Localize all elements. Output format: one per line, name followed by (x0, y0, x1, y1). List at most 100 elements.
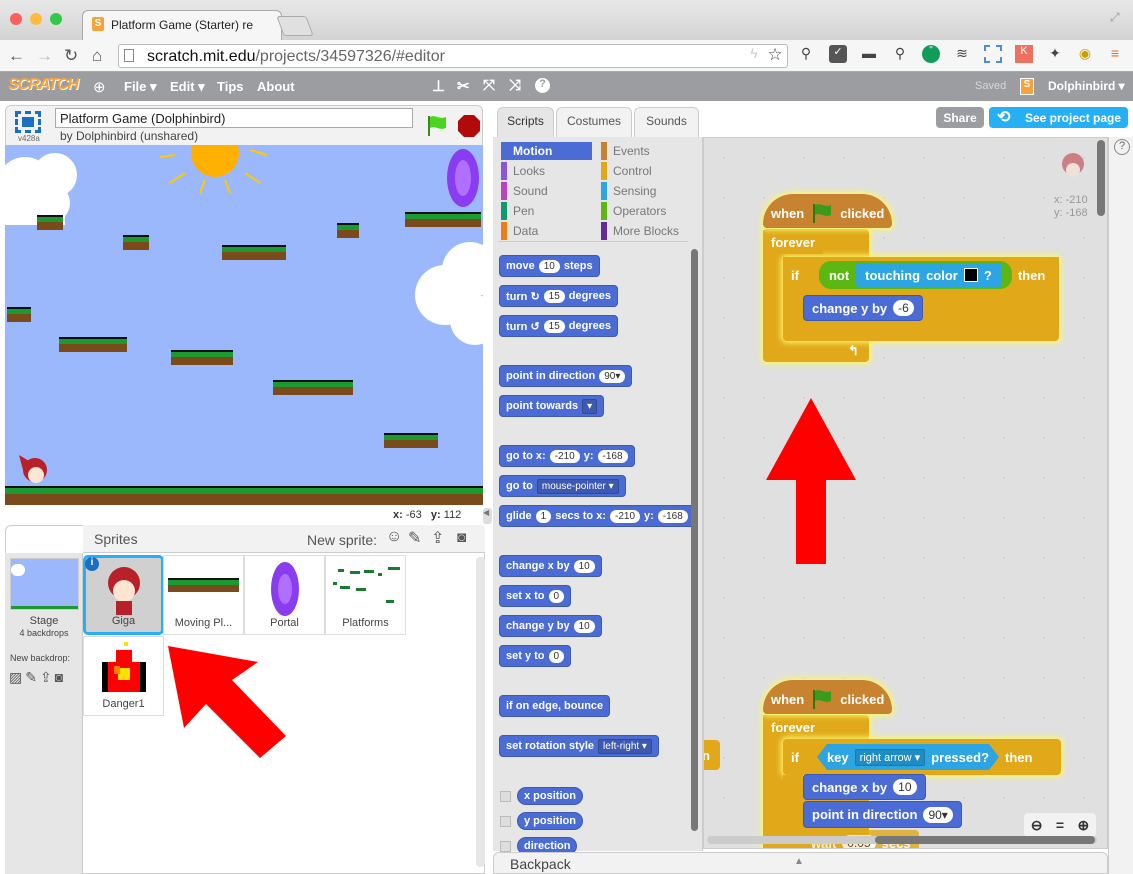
when-flag-clicked-hat[interactable]: when clicked (763, 194, 893, 228)
reload-icon[interactable]: ↻ (64, 46, 78, 66)
menu-about[interactable]: About (257, 79, 295, 94)
change-x-block[interactable]: change x by 10 (803, 774, 926, 800)
backpack-bar[interactable]: Backpack ▲ (493, 852, 1108, 874)
share-button[interactable]: Share (936, 107, 984, 128)
sprite-tile-danger1[interactable]: Danger1 (83, 636, 164, 716)
maximize-window-button[interactable] (50, 13, 62, 25)
collapse-stage-handle[interactable]: ◀ (483, 508, 492, 524)
camera-icon[interactable]: ◙ (457, 529, 466, 546)
palette-block[interactable]: turn ↻ 15 degrees (499, 285, 618, 307)
category-more-blocks[interactable]: More Blocks (601, 222, 691, 240)
horizontal-scrollbar-thumb[interactable] (875, 836, 1095, 844)
hangouts-icon[interactable]: " (922, 45, 940, 63)
reporter-y-position[interactable]: y position (517, 812, 583, 830)
menu-edit[interactable]: Edit ▾ (170, 79, 205, 95)
touching-color-sensor[interactable]: touching color? (855, 263, 1002, 287)
sprite-tile-portal[interactable]: Portal (244, 555, 325, 635)
shrink-icon[interactable]: ⤨ (509, 77, 521, 94)
palette-block[interactable]: set y to 0 (499, 645, 572, 667)
reporter-checkbox[interactable] (500, 791, 511, 802)
reporter-checkbox[interactable] (500, 816, 511, 827)
pocket-icon[interactable]: ✓ (829, 45, 847, 63)
ninja-icon[interactable]: ✦ (1046, 45, 1064, 63)
sprite-pane-scrollbar[interactable] (476, 557, 485, 867)
category-pen[interactable]: Pen (501, 202, 592, 220)
stage-canvas[interactable] (5, 145, 483, 505)
menu-file[interactable]: File ▾ (124, 79, 157, 95)
palette-block[interactable]: if on edge, bounce (499, 695, 611, 717)
key-dropdown[interactable]: right arrow ▾ (855, 749, 926, 766)
home-icon[interactable]: ⌂ (92, 46, 102, 66)
forward-icon[interactable]: → (36, 46, 53, 66)
disguise-icon[interactable]: ▬ (860, 45, 878, 63)
bookmark-star-icon[interactable]: ☆ (766, 45, 784, 64)
backdrop-library-icon[interactable]: ▨ (9, 669, 25, 685)
green-flag-icon[interactable] (425, 114, 449, 138)
color-swatch[interactable] (963, 268, 978, 282)
block-input[interactable]: 1 (535, 509, 552, 523)
palette-block[interactable]: point in direction 90▾ (499, 365, 633, 387)
zoom-reset-icon[interactable]: = (1056, 817, 1064, 833)
vertical-scrollbar-thumb[interactable] (1097, 140, 1105, 216)
block-input[interactable]: -168 (597, 449, 628, 463)
user-avatar[interactable]: S (1020, 78, 1034, 95)
block-input[interactable]: ▾ (582, 398, 598, 414)
paint-brush-icon[interactable]: ✎ (408, 528, 421, 548)
category-motion[interactable]: Motion (501, 142, 592, 160)
presentation-mode-icon[interactable] (15, 111, 41, 133)
when-flag-clicked-hat[interactable]: when clicked (763, 680, 893, 714)
palette-block[interactable]: set rotation style left-right ▾ (499, 735, 659, 757)
expand-arrow-icon[interactable]: ▲ (794, 856, 804, 867)
stop-sign-icon[interactable] (457, 114, 481, 138)
help-question-icon[interactable]: ? (535, 78, 550, 93)
category-sound[interactable]: Sound (501, 182, 592, 200)
extension-wrench-icon[interactable]: ⚲ (797, 45, 815, 63)
tab-sounds[interactable]: Sounds (634, 107, 699, 137)
block-input[interactable]: -210 (609, 509, 640, 523)
choose-sprite-library-icon[interactable]: ☺ (386, 528, 402, 546)
backdrop-paint-icon[interactable]: ✎ (25, 669, 40, 685)
block-input[interactable]: 10 (573, 619, 595, 633)
palette-block[interactable]: turn ↺ 15 degrees (499, 315, 618, 337)
category-sensing[interactable]: Sensing (601, 182, 691, 200)
zoom-in-icon[interactable]: ⊕ (1078, 817, 1090, 834)
sprite-info-icon[interactable]: i (85, 557, 99, 571)
menu-tips[interactable]: Tips (217, 79, 244, 94)
point-in-direction-block[interactable]: point in direction 90▾ (803, 801, 962, 828)
palette-block[interactable]: move 10 steps (499, 255, 600, 277)
upload-icon[interactable]: ⇪ (431, 528, 444, 548)
key-pressed-sensor[interactable]: key right arrow ▾ pressed? (817, 744, 999, 770)
minimize-window-button[interactable] (30, 13, 42, 25)
sprite-tile-platforms[interactable]: Platforms (325, 555, 406, 635)
block-input[interactable]: -168 (657, 509, 688, 523)
fullscreen-icon[interactable]: ⤢ (1110, 10, 1120, 25)
palette-block[interactable]: glide 1 secs to x: -210 y: -168 (499, 505, 695, 527)
block-input[interactable]: 0 (548, 649, 565, 663)
palette-block[interactable]: go to x: -210 y: -168 (499, 445, 635, 467)
close-window-button[interactable] (10, 13, 22, 25)
block-input[interactable]: mouse-pointer ▾ (536, 478, 619, 494)
chrome-menu-icon[interactable]: ≡ (1106, 45, 1124, 63)
direction-dropdown[interactable]: 90▾ (923, 806, 953, 823)
category-events[interactable]: Events (601, 142, 691, 160)
block-input[interactable]: left-right ▾ (598, 738, 652, 754)
sprite-tile-moving-platform[interactable]: Moving Pl... (163, 555, 244, 635)
category-data[interactable]: Data (501, 222, 592, 240)
block-input[interactable]: 15 (543, 319, 565, 333)
url-input[interactable]: scratch.mit.edu/projects/34597326/#edito… (118, 44, 788, 68)
offscreen-block[interactable]: n (704, 740, 720, 770)
language-globe-icon[interactable]: ⊕ (93, 78, 106, 96)
duplicate-stamp-icon[interactable]: ⊥ (432, 77, 445, 95)
block-input[interactable]: 15 (543, 289, 565, 303)
block-input[interactable]: 0 (548, 589, 565, 603)
tab-costumes[interactable]: Costumes (556, 107, 632, 137)
cut-scissors-icon[interactable]: ✂ (457, 77, 470, 95)
block-input[interactable]: 10 (573, 559, 595, 573)
palette-block[interactable]: set x to 0 (499, 585, 572, 607)
eye-icon[interactable]: ◉ (1076, 45, 1094, 63)
screenshot-icon[interactable] (984, 45, 1002, 63)
grow-icon[interactable]: ⤧ (483, 77, 495, 94)
block-input[interactable]: 10 (538, 259, 560, 273)
block-input[interactable]: 90▾ (599, 369, 626, 383)
project-title-input[interactable]: Platform Game (Dolphinbird) (55, 108, 413, 128)
